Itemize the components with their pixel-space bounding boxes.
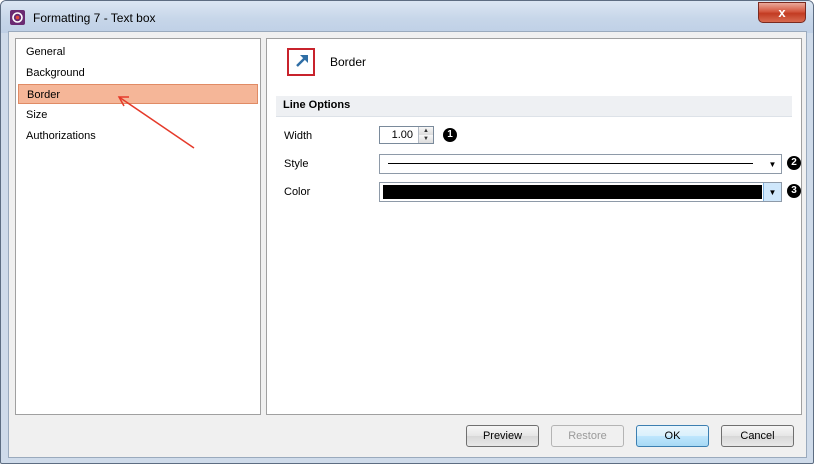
border-settings-panel: Border Line Options Width 1.00 ▲ ▼ 1 Sty… [266, 38, 802, 415]
callout-badge-3: 3 [787, 184, 801, 198]
spin-down-icon[interactable]: ▼ [418, 135, 433, 143]
category-list: General Background Border Size Authoriza… [15, 38, 261, 415]
chevron-down-icon[interactable]: ▼ [764, 155, 781, 173]
spin-up-icon[interactable]: ▲ [418, 127, 433, 135]
callout-badge-1: 1 [443, 128, 457, 142]
width-spinner[interactable]: 1.00 ▲ ▼ [379, 126, 434, 144]
preview-button[interactable]: Preview [466, 425, 539, 447]
cancel-button[interactable]: Cancel [721, 425, 794, 447]
color-swatch [383, 185, 762, 199]
restore-button[interactable]: Restore [551, 425, 624, 447]
app-icon [10, 10, 25, 25]
dialog-body: General Background Border Size Authoriza… [8, 31, 807, 458]
width-value: 1.00 [391, 129, 413, 141]
section-title: Line Options [283, 99, 351, 111]
page-title: Border [330, 55, 367, 69]
style-dropdown[interactable]: ▼ [379, 154, 782, 174]
color-dropdown[interactable]: ▼ [379, 182, 782, 202]
title-bar[interactable]: Formatting 7 - Text box x [1, 1, 813, 33]
chevron-down-icon[interactable]: ▼ [763, 183, 781, 201]
close-icon: x [778, 5, 786, 20]
style-label: Style [284, 158, 309, 170]
width-label: Width [284, 130, 313, 142]
formatting-dialog: Formatting 7 - Text box x General Backgr… [0, 0, 814, 464]
line-style-preview [388, 163, 753, 164]
section-header: Line Options [276, 96, 792, 117]
color-label: Color [284, 186, 311, 198]
callout-badge-2: 2 [787, 156, 801, 170]
border-icon [287, 48, 315, 76]
annotation-arrow-icon [117, 96, 195, 149]
window-title: Formatting 7 - Text box [33, 11, 156, 25]
ok-button[interactable]: OK [636, 425, 709, 447]
close-button[interactable]: x [758, 2, 806, 23]
